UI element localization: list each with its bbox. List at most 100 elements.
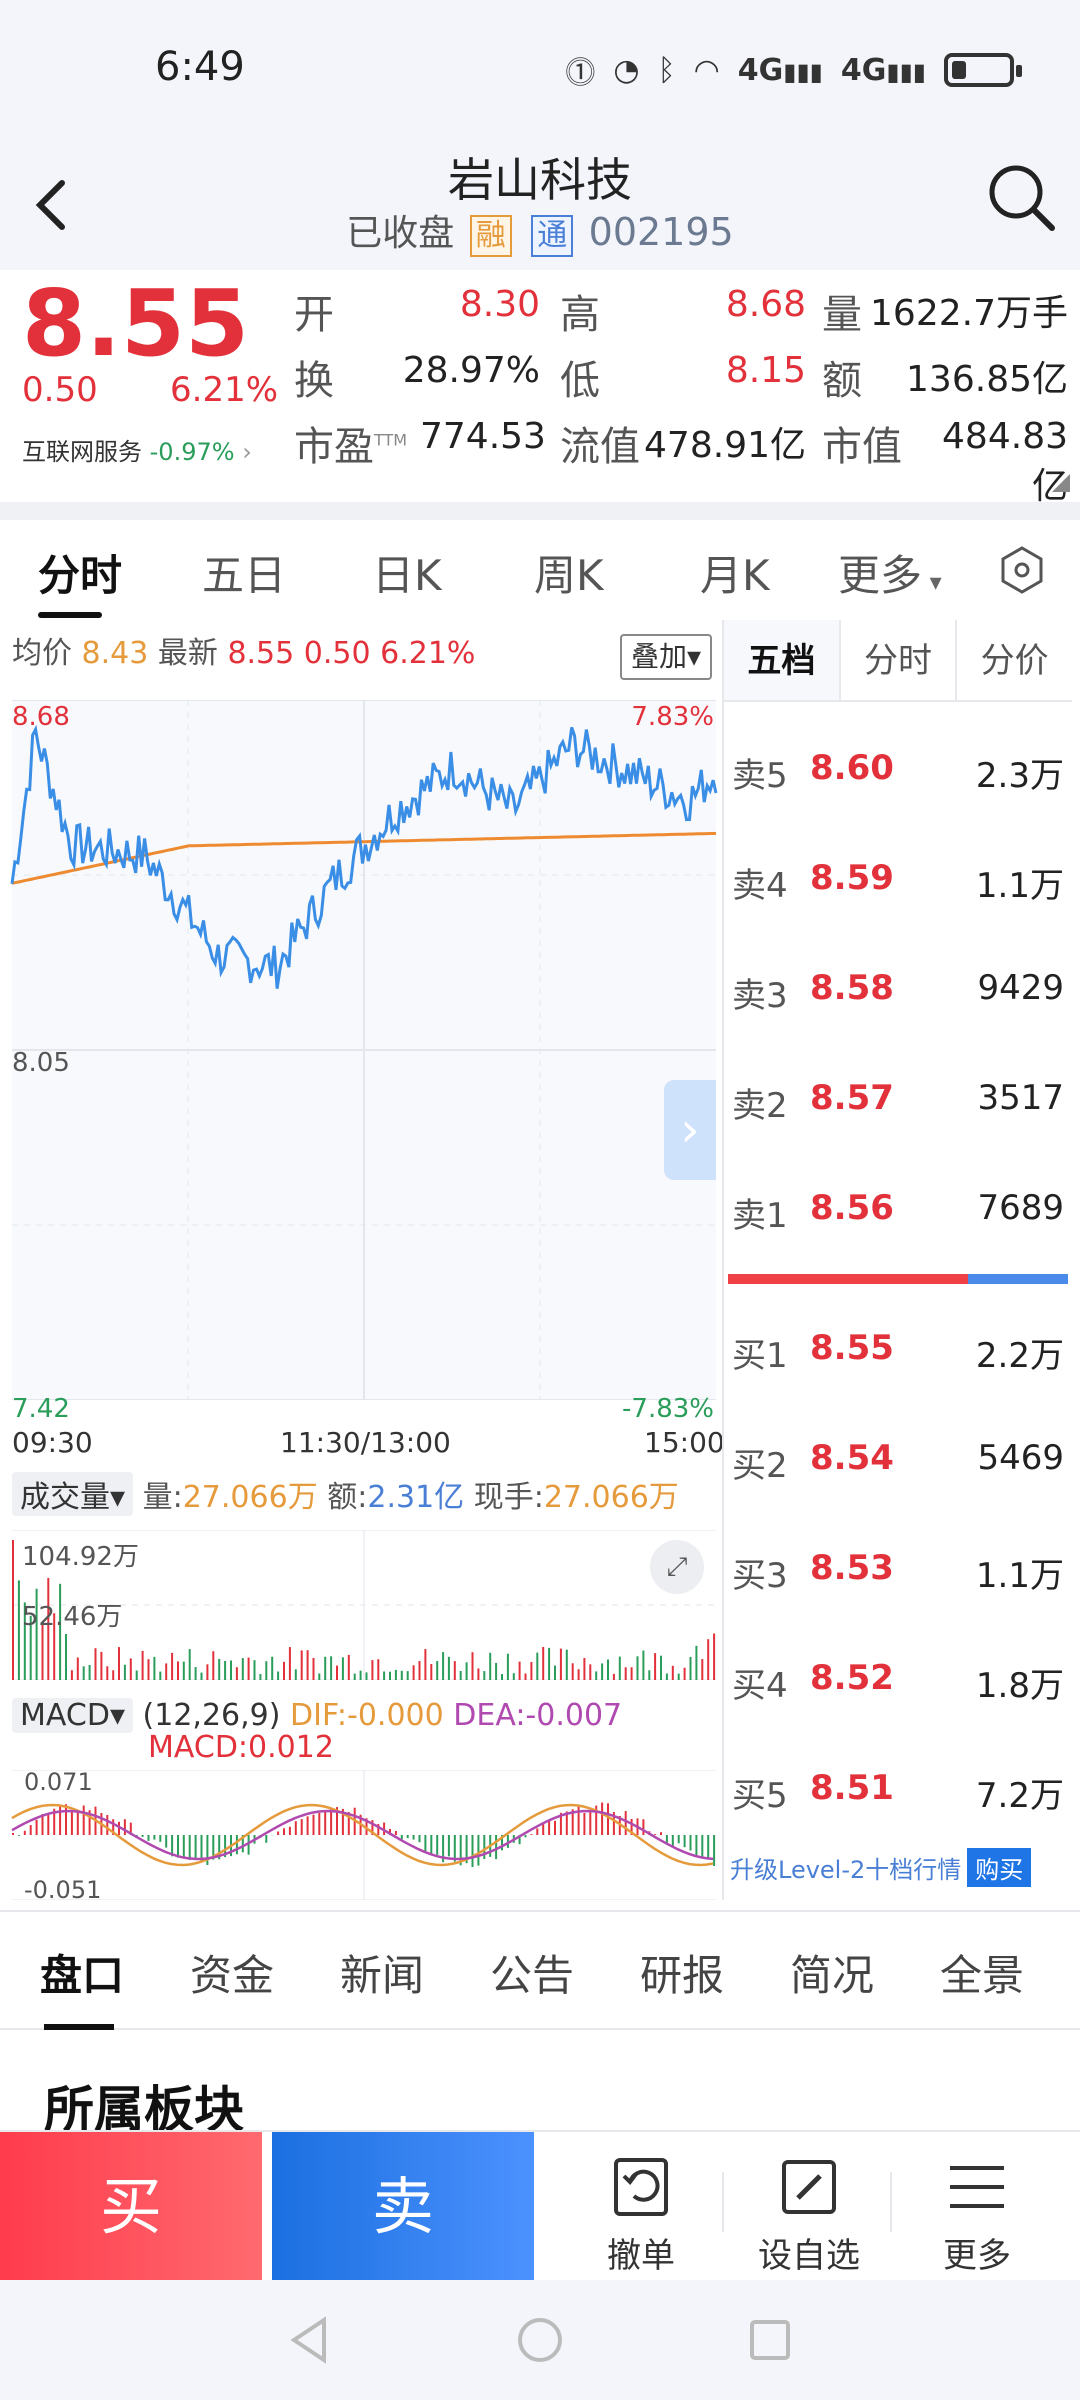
status-time: 6:49 xyxy=(155,44,245,90)
volume-bar xyxy=(489,1652,492,1680)
volume-bar xyxy=(601,1663,604,1680)
buy-button[interactable]: 买 xyxy=(0,2132,262,2282)
tab-five-day[interactable]: 五日 xyxy=(202,542,286,603)
macd-bar xyxy=(312,1814,315,1835)
macd-bar xyxy=(536,1828,539,1835)
bid-row[interactable]: 买1 8.55 2.2万 xyxy=(732,1318,1064,1378)
macd-bar xyxy=(601,1802,604,1835)
volume-selector[interactable]: 成交量▾ xyxy=(12,1472,134,1516)
purchase-chip[interactable]: 购买 xyxy=(967,1848,1032,1887)
search-icon[interactable] xyxy=(982,158,1062,238)
tab-research[interactable]: 研报 xyxy=(640,1942,724,2003)
connect-badge: 通 xyxy=(531,215,574,257)
volume-bar xyxy=(371,1660,374,1680)
volume-bar xyxy=(660,1655,662,1680)
ask-row[interactable]: 卖5 8.60 2.3万 xyxy=(732,738,1064,798)
cancel-order-button[interactable]: 撤单 xyxy=(556,2132,726,2282)
tab-monthly-k[interactable]: 月K xyxy=(700,542,770,603)
upgrade-text: 升级Level-2十档行情 xyxy=(730,1856,962,1884)
ask-row[interactable]: 卖3 8.58 9429 xyxy=(732,958,1064,1018)
vol-y1-label: 104.92万 xyxy=(22,1542,139,1572)
macd-bar xyxy=(701,1835,704,1859)
nav-home-icon[interactable] xyxy=(510,2310,570,2370)
macd-bar xyxy=(23,1830,26,1835)
volume-bar xyxy=(259,1674,262,1680)
sector-name: 互联网服务 xyxy=(22,438,142,466)
avg-label: 均价 xyxy=(12,636,72,671)
hd-icon: ⓵ xyxy=(565,56,596,91)
macd-bar xyxy=(660,1832,662,1835)
tab-funds[interactable]: 资金 xyxy=(190,1942,274,2003)
tab-daily-k[interactable]: 日K xyxy=(372,542,442,603)
expand-corner-icon[interactable] xyxy=(1052,474,1070,492)
price-chart[interactable] xyxy=(0,700,720,1400)
macd-bar xyxy=(554,1820,556,1835)
ask-qty: 7689 xyxy=(977,1188,1064,1228)
open-label: 开 xyxy=(294,292,334,338)
book-tab-price-dist[interactable]: 分价 xyxy=(957,620,1072,700)
bid-row[interactable]: 买5 8.51 7.2万 xyxy=(732,1758,1064,1818)
hand-value: 27.066万 xyxy=(543,1480,679,1515)
bid-row[interactable]: 买4 8.52 1.8万 xyxy=(732,1648,1064,1708)
market-cap-value: 484.83亿 xyxy=(942,416,1068,507)
macd-bar xyxy=(147,1835,150,1841)
nav-back-icon[interactable] xyxy=(280,2310,340,2370)
add-watchlist-button[interactable]: 设自选 xyxy=(724,2132,894,2282)
macd-bar xyxy=(294,1821,297,1835)
macd-bar xyxy=(677,1835,680,1844)
macd-selector[interactable]: MACD▾ xyxy=(12,1698,133,1733)
tab-handicap[interactable]: 盘口 xyxy=(40,1942,124,2003)
tab-more[interactable]: 更多 ▾ xyxy=(838,542,942,603)
upgrade-level2-link[interactable]: 升级Level-2十档行情 购买 xyxy=(730,1848,1032,1887)
open-value: 8.30 xyxy=(459,284,540,325)
ask-row[interactable]: 卖1 8.56 7689 xyxy=(732,1178,1064,1238)
side-expand-handle[interactable]: › xyxy=(664,1080,716,1180)
macd-bar xyxy=(624,1811,627,1835)
tab-intraday[interactable]: 分时 xyxy=(38,542,122,603)
volume-bar xyxy=(123,1664,126,1680)
amount-value: 136.85亿 xyxy=(906,359,1068,400)
volume-value: 1622.7万手 xyxy=(870,293,1068,334)
nav-recents-icon[interactable] xyxy=(740,2310,800,2370)
volume-bar xyxy=(548,1647,551,1680)
volume-bar xyxy=(595,1671,598,1680)
volume-bar xyxy=(341,1657,344,1680)
sell-button[interactable]: 卖 xyxy=(272,2132,534,2282)
x-start-label: 09:30 xyxy=(12,1426,93,1459)
stock-name: 岩山科技 xyxy=(448,153,632,207)
tab-weekly-k[interactable]: 周K xyxy=(534,542,604,603)
settings-hex-icon[interactable] xyxy=(994,542,1050,598)
tab-overview[interactable]: 全景 xyxy=(940,1942,1024,2003)
overlay-button[interactable]: 叠加▾ xyxy=(620,634,712,680)
net2-label: 4G xyxy=(840,52,887,88)
ask-row[interactable]: 卖2 8.57 3517 xyxy=(732,1068,1064,1128)
latest-label: 最新 xyxy=(157,636,218,671)
macd-bar xyxy=(495,1835,498,1860)
macd-bar xyxy=(12,1833,14,1835)
tab-profile[interactable]: 简况 xyxy=(790,1942,874,2003)
macd-bar xyxy=(436,1835,439,1855)
volume-bar xyxy=(230,1660,232,1680)
macd-bar xyxy=(182,1835,185,1857)
ask-row[interactable]: 卖4 8.59 1.1万 xyxy=(732,848,1064,908)
add-watchlist-label: 设自选 xyxy=(758,2236,860,2276)
more-actions-button[interactable]: 更多 xyxy=(892,2132,1062,2282)
fullscreen-icon[interactable]: ⤢ xyxy=(650,1540,704,1594)
book-tab-ticks[interactable]: 分时 xyxy=(841,620,958,700)
bid-label: 买1 xyxy=(732,1336,788,1376)
bid-price: 8.51 xyxy=(810,1768,894,1808)
volume-selector-label: 成交量 xyxy=(20,1480,110,1515)
sector-link[interactable]: 互联网服务 -0.97% › xyxy=(22,432,252,467)
book-tab-five-levels[interactable]: 五档 xyxy=(724,620,841,700)
tab-announcements[interactable]: 公告 xyxy=(490,1942,574,2003)
bid-row[interactable]: 买2 8.54 5469 xyxy=(732,1428,1064,1488)
volume-bar xyxy=(713,1633,716,1680)
bid-row[interactable]: 买3 8.53 1.1万 xyxy=(732,1538,1064,1598)
bid-label: 买4 xyxy=(732,1666,788,1706)
tab-underline xyxy=(38,612,102,618)
tab-news[interactable]: 新闻 xyxy=(340,1942,424,2003)
volume-bar xyxy=(88,1665,91,1680)
volume-bar xyxy=(253,1660,256,1680)
macd-bar xyxy=(665,1835,668,1843)
ask-qty: 2.3万 xyxy=(975,756,1064,796)
